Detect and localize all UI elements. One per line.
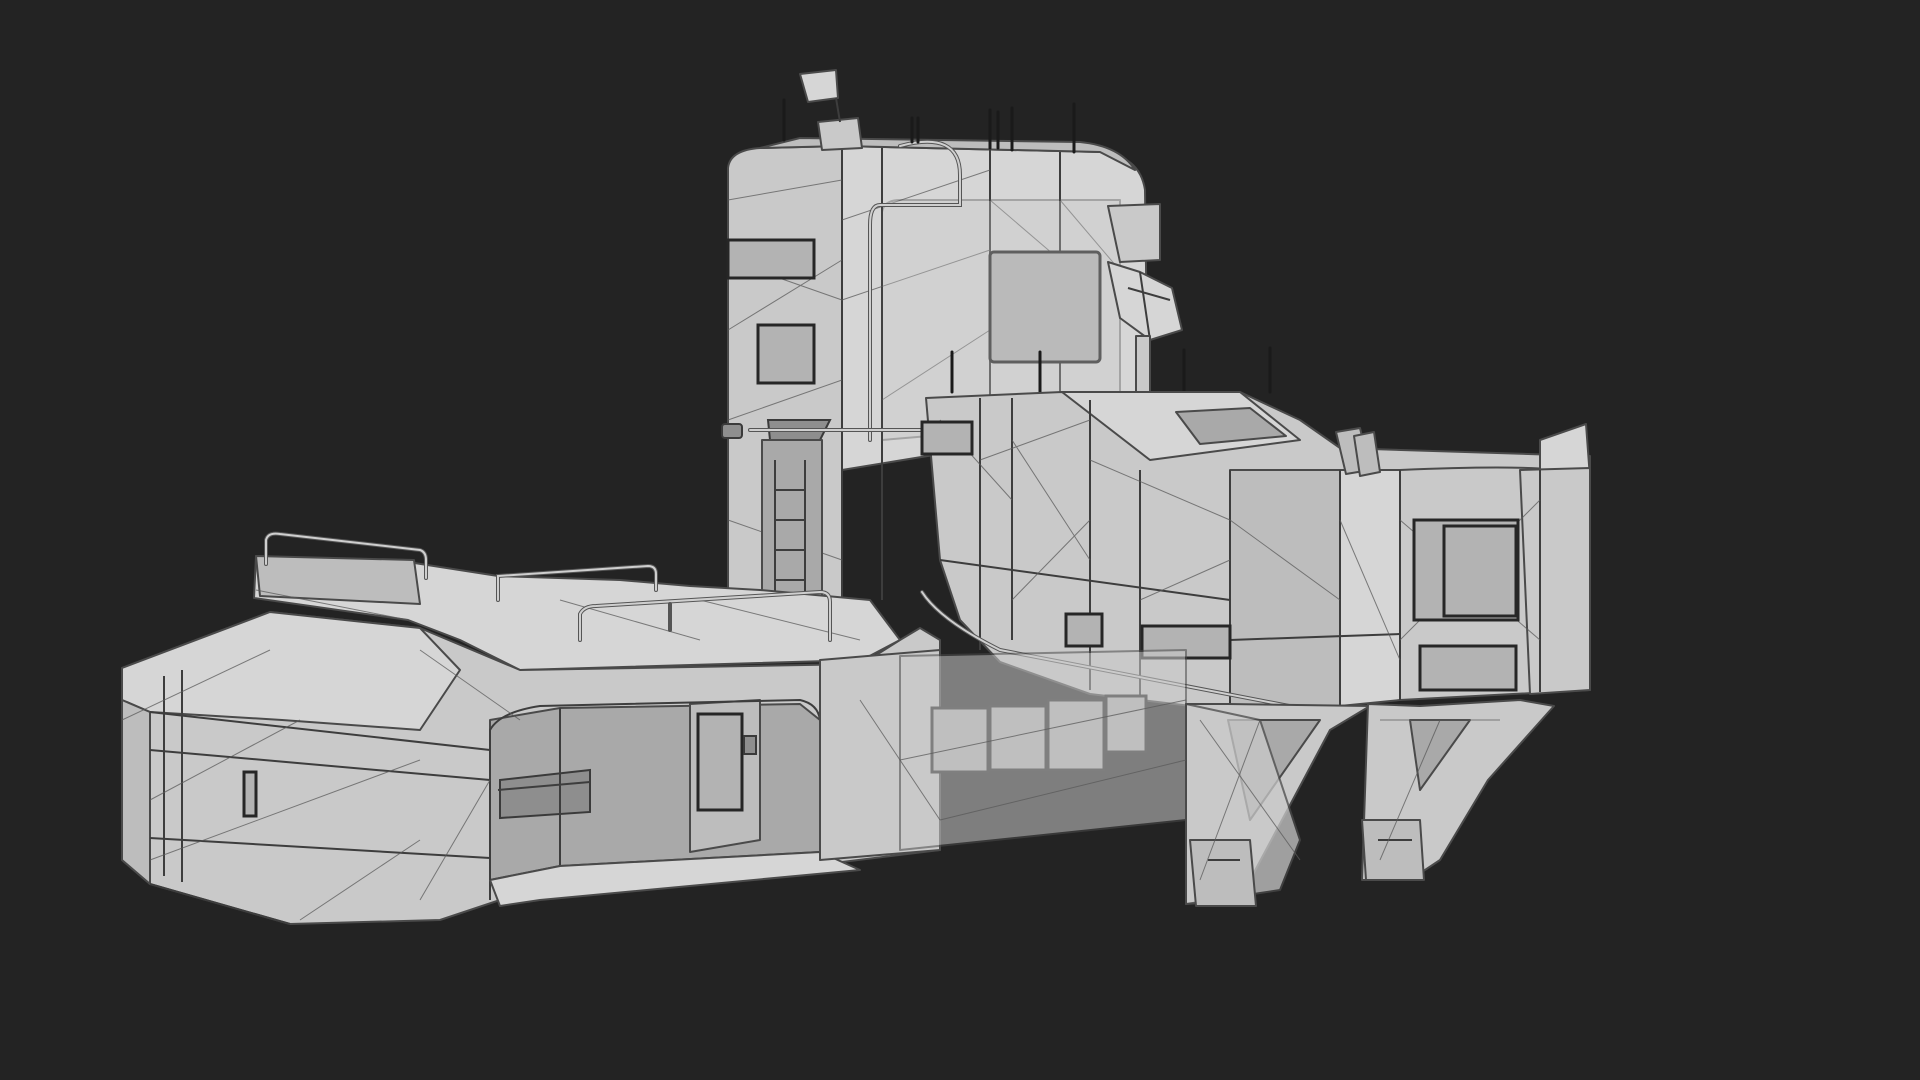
module-window — [1442, 524, 1518, 618]
interior-door — [696, 712, 744, 812]
support-legs — [1185, 699, 1555, 907]
viewport — [0, 0, 1920, 1080]
module-window — [1418, 644, 1518, 692]
wireframe-render — [121, 69, 1591, 925]
sensor-box — [817, 117, 863, 151]
module-window — [1064, 612, 1104, 648]
tower-window — [920, 420, 974, 456]
tower-window — [756, 323, 816, 385]
tower-window — [726, 238, 816, 280]
radar-dish — [799, 69, 839, 103]
pod-window — [242, 770, 258, 818]
